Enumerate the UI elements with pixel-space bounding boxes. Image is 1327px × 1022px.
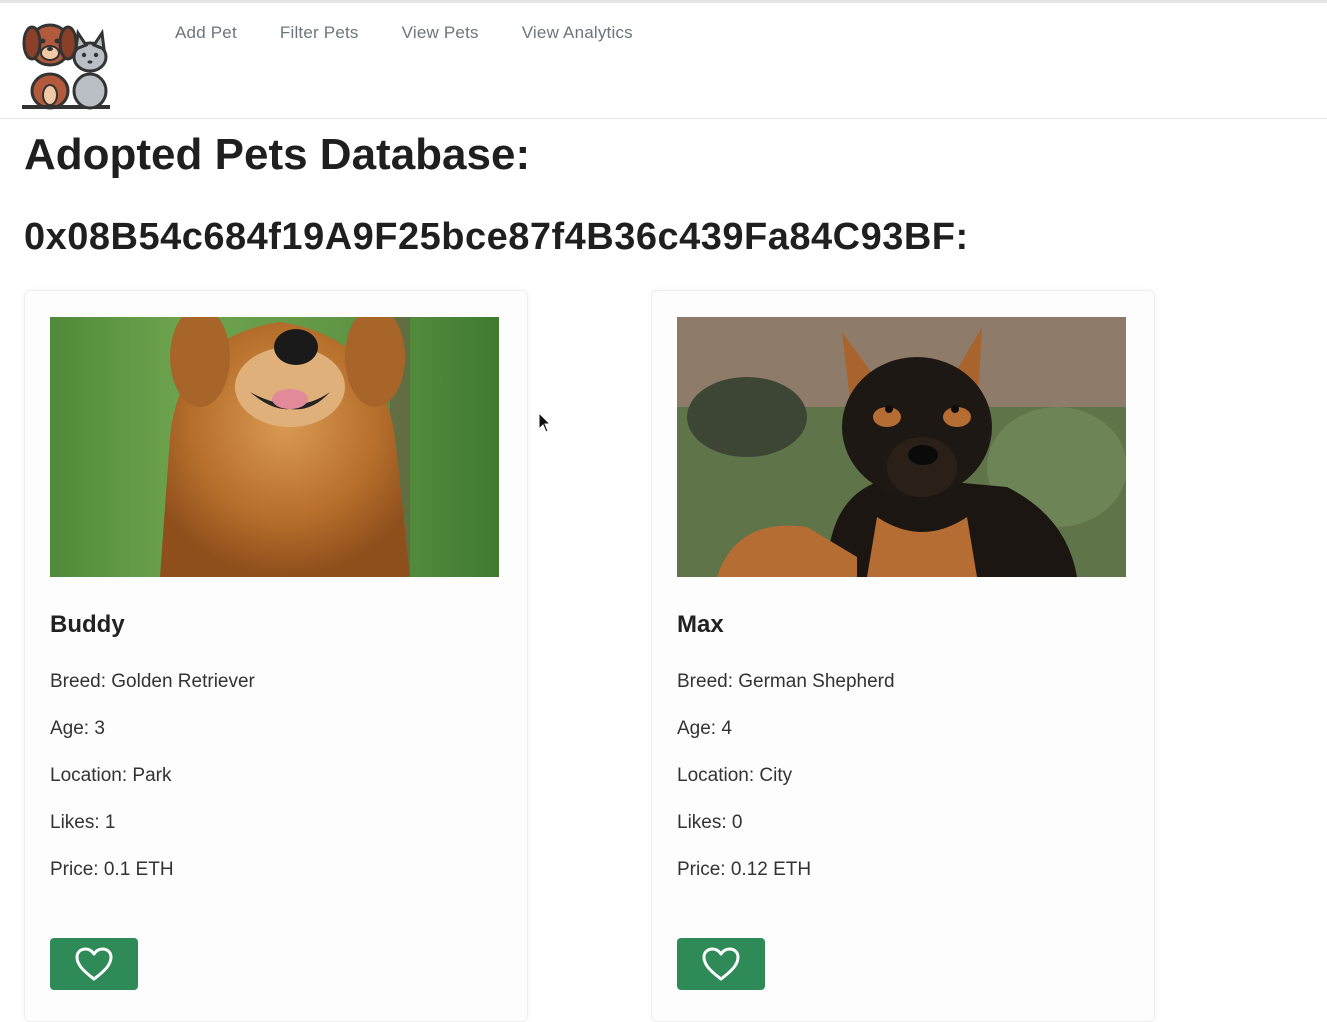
pet-likes: Likes: 0 bbox=[677, 812, 743, 833]
pet-age: Age: 4 bbox=[677, 718, 732, 739]
nav-links: Add Pet Filter Pets View Pets View Analy… bbox=[175, 23, 676, 43]
pet-likes: Likes: 1 bbox=[50, 812, 116, 833]
nav-filter-pets[interactable]: Filter Pets bbox=[280, 23, 359, 43]
pet-location: Location: City bbox=[677, 765, 793, 786]
pet-image-german-shepherd bbox=[677, 317, 1126, 577]
nav-add-pet[interactable]: Add Pet bbox=[175, 23, 237, 43]
pet-price: Price: 0.12 ETH bbox=[677, 859, 812, 880]
nav-view-pets[interactable]: View Pets bbox=[402, 23, 479, 43]
pet-breed: Breed: Golden Retriever bbox=[50, 671, 255, 692]
like-button[interactable] bbox=[677, 938, 765, 990]
pet-breed: Breed: German Shepherd bbox=[677, 671, 895, 692]
pet-age: Age: 3 bbox=[50, 718, 105, 739]
dog-cat-logo[interactable] bbox=[16, 15, 116, 111]
pet-image-golden-retriever bbox=[50, 317, 499, 577]
heart-icon bbox=[75, 947, 113, 981]
mouse-cursor-icon bbox=[538, 411, 552, 434]
page-title: Adopted Pets Database: bbox=[24, 130, 531, 179]
pet-price: Price: 0.1 ETH bbox=[50, 859, 174, 880]
nav-view-analytics[interactable]: View Analytics bbox=[522, 23, 633, 43]
wallet-address: 0x08B54c684f19A9F25bce87f4B36c439Fa84C93… bbox=[24, 216, 969, 258]
pet-location: Location: Park bbox=[50, 765, 172, 786]
pet-name: Max bbox=[677, 611, 724, 638]
pet-name: Buddy bbox=[50, 611, 125, 638]
pet-card: Buddy Breed: Golden Retriever Age: 3 Loc… bbox=[24, 290, 528, 1022]
pet-card: Max Breed: German Shepherd Age: 4 Locati… bbox=[651, 290, 1155, 1022]
navbar: Add Pet Filter Pets View Pets View Analy… bbox=[0, 3, 1327, 119]
like-button[interactable] bbox=[50, 938, 138, 990]
heart-icon bbox=[702, 947, 740, 981]
